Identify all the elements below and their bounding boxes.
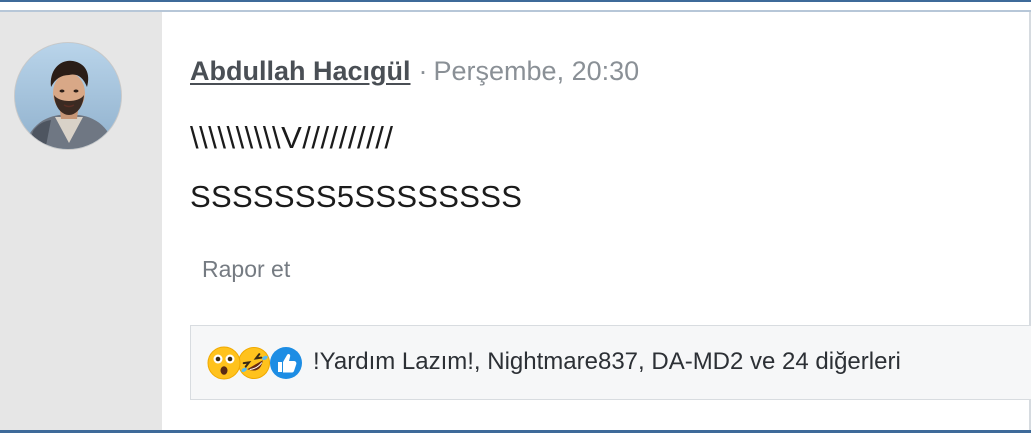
astonished-face-icon [207, 346, 241, 380]
author-name-link[interactable]: Abdullah Hacıgül [190, 56, 411, 86]
reaction-bar[interactable]: !Yardım Lazım!, Nightmare837, DA-MD2 ve … [190, 325, 1031, 400]
post-header: Abdullah Hacıgül · Perşembe, 20:30 [190, 54, 639, 88]
post-container: Abdullah Hacıgül · Perşembe, 20:30 \\\\\\\… [0, 0, 1031, 433]
avatar[interactable] [14, 42, 122, 150]
header-separator: · [418, 56, 428, 86]
thumbs-up-icon [269, 346, 303, 380]
message-line: \\\\\\\\\\V////////// [190, 120, 394, 155]
previous-post-edge [0, 2, 1031, 12]
report-link[interactable]: Rapor et [202, 254, 290, 284]
post-timestamp[interactable]: Perşembe, 20:30 [434, 56, 640, 86]
reaction-summary-link[interactable]: !Yardım Lazım!, Nightmare837, DA-MD2 ve … [313, 347, 901, 377]
message-line: SSSSSSS5SSSSSSSS [190, 179, 523, 214]
rolling-laughing-icon [237, 346, 271, 380]
reaction-icons [207, 346, 307, 382]
